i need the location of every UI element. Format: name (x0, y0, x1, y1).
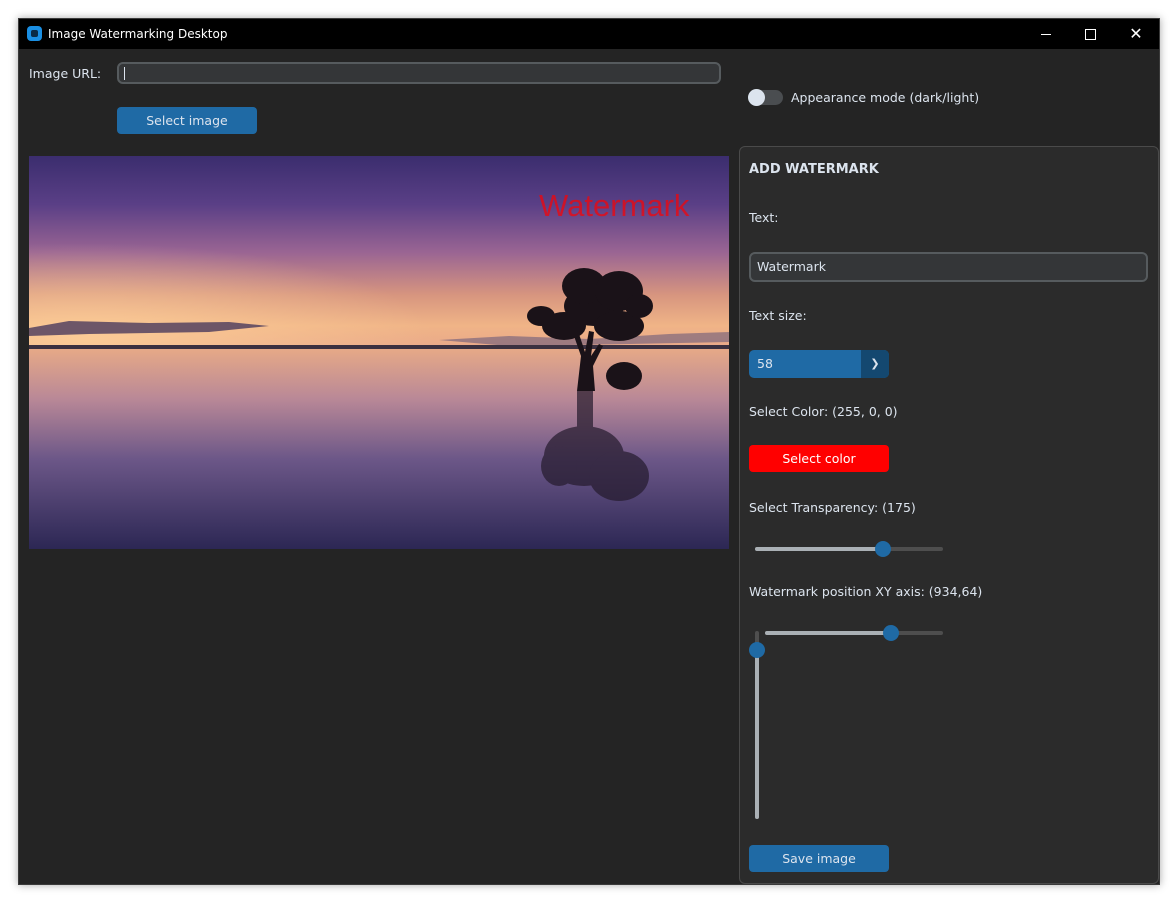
title-bar: Image Watermarking Desktop ✕ (19, 19, 1159, 49)
close-button[interactable]: ✕ (1113, 19, 1159, 49)
text-size-dropdown[interactable]: 58 ❯ (749, 350, 889, 378)
color-label: Select Color: (255, 0, 0) (749, 404, 898, 419)
text-caret (124, 67, 125, 80)
position-x-slider[interactable] (765, 625, 943, 641)
image-url-input[interactable] (117, 62, 721, 84)
transparency-label: Select Transparency: (175) (749, 500, 916, 515)
text-label: Text: (749, 210, 779, 225)
image-url-label: Image URL: (29, 66, 102, 81)
transparency-slider-handle[interactable] (875, 541, 891, 557)
minimize-button[interactable] (1023, 19, 1069, 49)
watermark-text-input[interactable]: Watermark (749, 252, 1148, 282)
save-image-button[interactable]: Save image (749, 845, 889, 872)
watermark-overlay-text: Watermark (539, 188, 690, 223)
transparency-slider[interactable] (755, 541, 943, 557)
panel-title: ADD WATERMARK (749, 162, 879, 177)
position-x-slider-handle[interactable] (883, 625, 899, 641)
chevron-down-icon[interactable]: ❯ (861, 350, 889, 378)
position-y-slider-handle[interactable] (749, 642, 765, 658)
position-x-slider-fill (765, 631, 891, 635)
image-preview: Watermark (29, 156, 729, 549)
position-y-slider[interactable] (749, 631, 765, 819)
minimize-icon (1041, 34, 1051, 35)
close-icon: ✕ (1129, 24, 1143, 43)
watermark-panel: ADD WATERMARK Text: Watermark Text size:… (739, 146, 1159, 884)
position-y-slider-fill (755, 650, 759, 819)
window-title: Image Watermarking Desktop (48, 27, 228, 41)
maximize-button[interactable] (1068, 19, 1114, 49)
position-label: Watermark position XY axis: (934,64) (749, 584, 983, 599)
select-color-button[interactable]: Select color (749, 445, 889, 472)
transparency-slider-fill (755, 547, 883, 551)
text-size-label: Text size: (749, 308, 807, 323)
appearance-mode-switch[interactable] (748, 89, 783, 106)
app-window: Image Watermarking Desktop ✕ Image URL: … (18, 18, 1160, 885)
select-image-button[interactable]: Select image (117, 107, 257, 134)
maximize-icon (1085, 29, 1096, 40)
switch-knob (748, 89, 765, 106)
appearance-mode-label: Appearance mode (dark/light) (791, 90, 980, 105)
app-icon (27, 26, 42, 41)
text-size-value: 58 (757, 356, 773, 371)
